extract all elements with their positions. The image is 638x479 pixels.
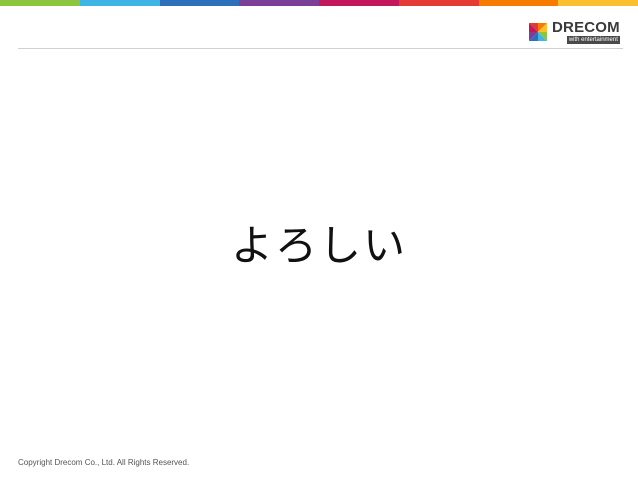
drecom-logo: DRECOM with entertainment [527, 20, 623, 44]
header-divider [18, 48, 623, 49]
logo-wordmark: DRECOM [552, 19, 620, 36]
copyright-notice: Copyright Drecom Co., Ltd. All Rights Re… [18, 458, 190, 467]
stripe-segment [239, 0, 319, 6]
stripe-segment [79, 0, 160, 6]
drecom-pinwheel-icon [527, 21, 549, 43]
stripe-segment [478, 0, 559, 6]
stripe-segment [159, 0, 240, 6]
stripe-segment [558, 0, 638, 6]
stripe-segment [319, 0, 399, 6]
color-stripe [0, 0, 638, 6]
logo-tagline: with entertainment [566, 36, 620, 44]
slide: DRECOM with entertainment よろしい Copyright… [0, 0, 638, 479]
logo-text: DRECOM with entertainment [552, 20, 620, 44]
stripe-segment [398, 0, 479, 6]
slide-title: よろしい [230, 221, 407, 270]
stripe-segment [0, 0, 80, 6]
